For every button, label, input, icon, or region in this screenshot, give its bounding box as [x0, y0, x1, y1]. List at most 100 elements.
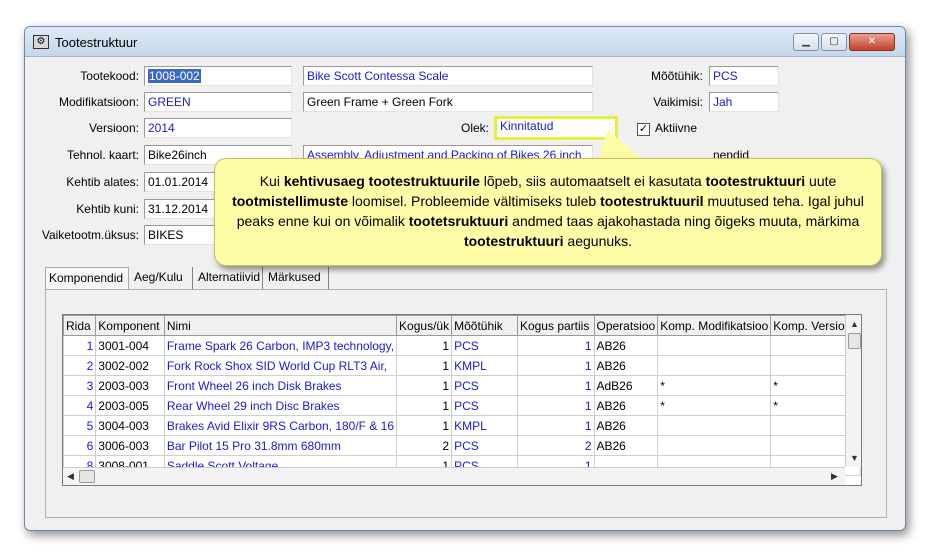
versioon-field[interactable]: 2014: [144, 118, 292, 138]
cell-komp-modifikatsioon[interactable]: [657, 355, 772, 376]
cell-rida[interactable]: 2: [63, 355, 97, 376]
tab-markused[interactable]: Märkused: [265, 267, 329, 289]
cell-operatsioon[interactable]: AB26: [593, 395, 659, 416]
header-rida[interactable]: Rida: [63, 315, 97, 336]
table-row[interactable]: 1 3001-004 Frame Spark 26 Carbon, IMP3 tec…: [63, 335, 861, 356]
cell-rida[interactable]: 4: [63, 395, 97, 416]
cell-komponent[interactable]: 3001-004: [95, 335, 165, 356]
scroll-left-icon[interactable]: ◀: [67, 471, 74, 482]
cell-kogus-uhik[interactable]: 2: [396, 435, 453, 456]
cell-kogus-partiis[interactable]: 1: [516, 375, 595, 396]
cell-nimi[interactable]: Brakes Avid Elixir 9RS Carbon, 180/F & 1…: [163, 415, 398, 436]
table-row[interactable]: 2 3002-002 Fork Rock Shox SID World Cup RL…: [63, 355, 861, 376]
cell-komp-modifikatsioon[interactable]: [657, 415, 772, 436]
header-mootuhik[interactable]: Mõõtühik: [451, 315, 518, 336]
tootekood-label: Tootekood:: [80, 69, 139, 83]
callout-pointer: [598, 130, 642, 159]
cell-komponent[interactable]: 2003-003: [95, 375, 165, 396]
mootuhik-field[interactable]: PCS: [709, 66, 779, 86]
scroll-right-icon[interactable]: ▶: [831, 471, 838, 482]
kehtib-alates-label: Kehtib alates:: [66, 175, 139, 189]
cell-operatsioon[interactable]: AB26: [593, 355, 659, 376]
modifikatsioon-label: Modifikatsioon:: [58, 95, 139, 109]
components-table: Rida Komponent Nimi Kogus/ük Mõõtühik Ko…: [63, 315, 861, 476]
table-row[interactable]: 4 2003-005 Rear Wheel 29 inch Disc Brakes 1…: [63, 395, 861, 416]
cell-nimi[interactable]: Bar Pilot 15 Pro 31.8mm 680mm: [163, 435, 398, 456]
tab-alternatiivid[interactable]: Alternatiivid: [195, 267, 263, 289]
table-row[interactable]: 6 3006-003 Bar Pilot 15 Pro 31.8mm 680mm 2 P…: [63, 435, 861, 456]
title-bar[interactable]: ⚙ Tootestruktuur ▁ ▢ ✕: [25, 27, 905, 57]
cell-komponent[interactable]: 3004-003: [95, 415, 165, 436]
cell-rida[interactable]: 6: [63, 435, 97, 456]
modifikatsioon-field[interactable]: GREEN: [144, 92, 292, 112]
cell-kogus-uhik[interactable]: 1: [396, 395, 453, 416]
cell-mootuhik[interactable]: PCS: [451, 335, 518, 356]
cell-mootuhik[interactable]: KMPL: [451, 355, 518, 376]
olek-label: Olek:: [460, 121, 489, 135]
header-operatsioon[interactable]: Operatsioo: [593, 315, 659, 336]
cell-operatsioon[interactable]: AB26: [593, 415, 659, 436]
tootekood-description-field[interactable]: Bike Scott Contessa Scale: [303, 66, 593, 86]
modifikatsioon-description-field[interactable]: Green Frame + Green Fork: [303, 92, 593, 112]
minimize-button[interactable]: ▁: [793, 33, 819, 51]
kehtib-kuni-label: Kehtib kuni:: [76, 202, 139, 216]
cell-mootuhik[interactable]: KMPL: [451, 415, 518, 436]
cell-nimi[interactable]: Rear Wheel 29 inch Disc Brakes: [163, 395, 398, 416]
cell-operatsioon[interactable]: AB26: [593, 435, 659, 456]
scroll-up-icon[interactable]: ▲: [850, 319, 859, 329]
cell-mootuhik[interactable]: PCS: [451, 435, 518, 456]
horizontal-scroll-thumb[interactable]: [79, 470, 95, 483]
header-kogus-partiis[interactable]: Kogus partiis: [516, 315, 595, 336]
cell-kogus-partiis[interactable]: 2: [516, 435, 595, 456]
cell-komponent[interactable]: 2003-005: [95, 395, 165, 416]
window-title: Tootestruktuur: [55, 35, 138, 50]
cell-mootuhik[interactable]: PCS: [451, 375, 518, 396]
tab-aeg-kulu[interactable]: Aeg/Kulu: [131, 267, 193, 289]
structure-icon: ⚙: [33, 35, 49, 49]
cell-kogus-uhik[interactable]: 1: [396, 335, 453, 356]
vertical-scroll-thumb[interactable]: [848, 333, 861, 349]
cell-komp-modifikatsioon[interactable]: *: [657, 375, 772, 396]
vaikimisi-field[interactable]: Jah: [709, 92, 779, 112]
cell-rida[interactable]: 3: [63, 375, 97, 396]
cell-nimi[interactable]: Frame Spark 26 Carbon, IMP3 technology,: [163, 335, 398, 356]
table-header-row: Rida Komponent Nimi Kogus/ük Mõõtühik Ko…: [63, 315, 861, 336]
cell-kogus-uhik[interactable]: 1: [396, 415, 453, 436]
header-nimi[interactable]: Nimi: [163, 315, 398, 336]
cell-komp-modifikatsioon[interactable]: [657, 335, 772, 356]
cell-komponent[interactable]: 3002-002: [95, 355, 165, 376]
header-komp-modifikatsioon[interactable]: Komp. Modifikatsioo: [657, 315, 772, 336]
cell-komp-modifikatsioon[interactable]: *: [657, 395, 772, 416]
cell-mootuhik[interactable]: PCS: [451, 395, 518, 416]
close-button[interactable]: ✕: [849, 33, 895, 51]
aktiivne-label: Aktiivne: [655, 121, 698, 135]
header-komponent[interactable]: Komponent: [95, 315, 165, 336]
horizontal-scrollbar[interactable]: ◀ ▶: [63, 467, 845, 485]
header-kogus-uhik[interactable]: Kogus/ük: [396, 315, 453, 336]
cell-komponent[interactable]: 3006-003: [95, 435, 165, 456]
cell-kogus-partiis[interactable]: 1: [516, 415, 595, 436]
cell-rida[interactable]: 1: [63, 335, 97, 356]
tootekood-field[interactable]: 1008-002: [144, 66, 292, 86]
mootuhik-label: Mõõtühik:: [650, 69, 703, 83]
cell-kogus-partiis[interactable]: 1: [516, 335, 595, 356]
maximize-button[interactable]: ▢: [821, 33, 847, 51]
cell-komp-modifikatsioon[interactable]: [657, 435, 772, 456]
vertical-scrollbar[interactable]: ▲ ▼: [845, 315, 861, 467]
cell-kogus-partiis[interactable]: 1: [516, 355, 595, 376]
cell-rida[interactable]: 5: [63, 415, 97, 436]
cell-operatsioon[interactable]: AdB26: [593, 375, 659, 396]
table-row[interactable]: 5 3004-003 Brakes Avid Elixir 9RS Carbon, …: [63, 415, 861, 436]
cell-kogus-partiis[interactable]: 1: [516, 395, 595, 416]
info-callout: Kui kehtivusaeg tootestruktuurile lõpeb,…: [214, 158, 882, 266]
scroll-down-icon[interactable]: ▼: [850, 453, 859, 463]
tab-komponendid[interactable]: Komponendid: [45, 267, 129, 289]
vaiketootm-label: Vaiketootm.üksus:: [41, 228, 139, 242]
table-row[interactable]: 3 2003-003 Front Wheel 26 inch Disk Brakes…: [63, 375, 861, 396]
cell-operatsioon[interactable]: AB26: [593, 335, 659, 356]
cell-kogus-uhik[interactable]: 1: [396, 375, 453, 396]
cell-nimi[interactable]: Front Wheel 26 inch Disk Brakes: [163, 375, 398, 396]
cell-kogus-uhik[interactable]: 1: [396, 355, 453, 376]
cell-nimi[interactable]: Fork Rock Shox SID World Cup RLT3 Air,: [163, 355, 398, 376]
components-grid: Rida Komponent Nimi Kogus/ük Mõõtühik Ko…: [62, 314, 862, 486]
